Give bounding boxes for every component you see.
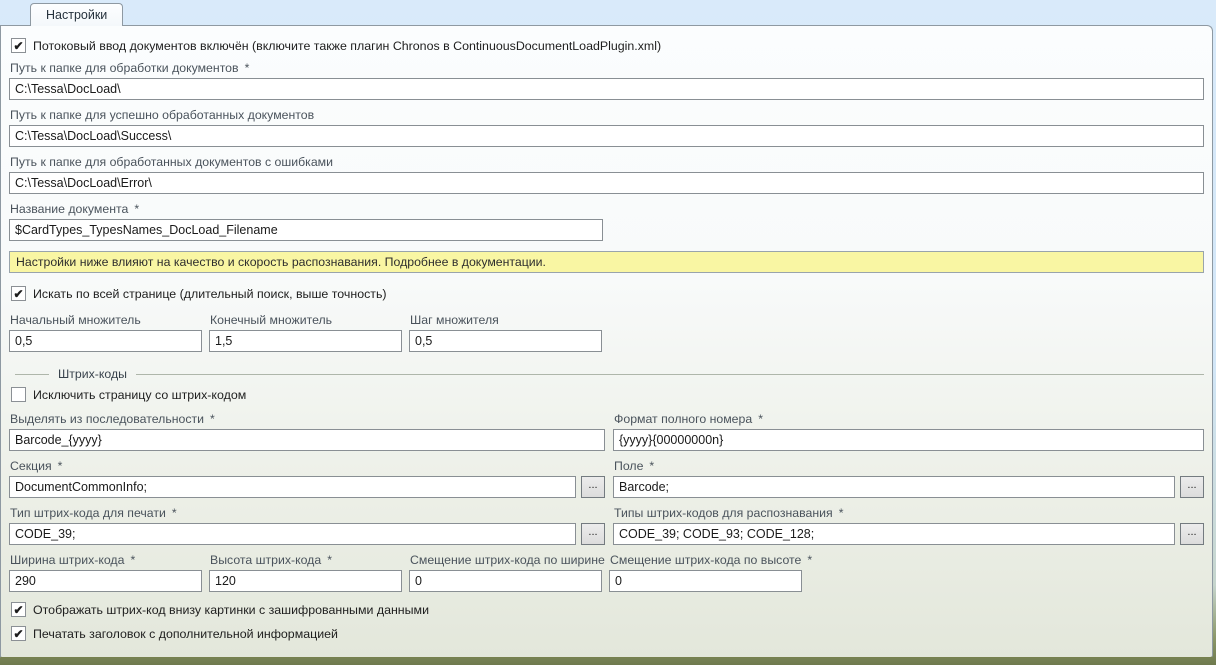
sequence-input[interactable] [9, 429, 605, 451]
doc-name-label: Название документа* [10, 202, 1204, 216]
check-icon[interactable]: ✔ [11, 626, 26, 641]
settings-panel: ✔ Потоковый ввод документов включён (вкл… [0, 25, 1213, 658]
print-header-row: ✔ Печатать заголовок с дополнительной ин… [11, 626, 1204, 641]
step-multiplier-input[interactable] [409, 330, 602, 352]
step-multiplier-block: Шаг множителя [409, 305, 602, 352]
exclude-page-label: Исключить страницу со штрих-кодом [33, 388, 246, 402]
barcode-width-label: Ширина штрих-кода* [10, 553, 202, 567]
end-multiplier-label: Конечный множитель [210, 313, 402, 327]
continuous-input-row: ✔ Потоковый ввод документов включён (вкл… [11, 38, 1204, 53]
number-format-input[interactable] [613, 429, 1204, 451]
settings-window: { "tab": { "label": "Настройки" }, "ui":… [0, 0, 1216, 665]
recognize-types-ellipsis-button[interactable]: ... [1180, 523, 1204, 545]
field-label: Поле* [614, 459, 1204, 473]
offset-width-input[interactable] [409, 570, 602, 592]
check-icon[interactable]: ✔ [11, 602, 26, 617]
required-mark: * [210, 412, 215, 426]
required-mark: * [649, 459, 654, 473]
check-icon[interactable]: ✔ [11, 38, 26, 53]
offset-height-input[interactable] [609, 570, 802, 592]
checkbox-icon[interactable] [11, 387, 26, 402]
number-format-label: Формат полного номера* [614, 412, 1204, 426]
error-path-input[interactable] [9, 172, 1204, 194]
end-multiplier-block: Конечный множитель [209, 305, 402, 352]
print-type-label: Тип штрих-кода для печати* [10, 506, 605, 520]
barcode-width-block: Ширина штрих-кода* [9, 545, 202, 592]
recognize-types-input[interactable] [613, 523, 1175, 545]
required-mark: * [839, 506, 844, 520]
section-ellipsis-button[interactable]: ... [581, 476, 605, 498]
continuous-input-label: Потоковый ввод документов включён (включ… [33, 39, 661, 53]
required-mark: * [134, 202, 139, 216]
recognize-types-block: Типы штрих-кодов для распознавания* ... [613, 498, 1204, 545]
section-label: Секция* [10, 459, 605, 473]
barcode-width-input[interactable] [9, 570, 202, 592]
offset-width-label: Смещение штрих-кода по ширине [410, 553, 602, 567]
required-mark: * [758, 412, 763, 426]
section-block: Секция* ... [9, 451, 605, 498]
tab-settings-label: Настройки [46, 8, 107, 22]
print-type-input[interactable] [9, 523, 576, 545]
group-divider [15, 374, 49, 375]
barcode-height-label: Высота штрих-кода* [210, 553, 402, 567]
section-field-row: Секция* ... Поле* ... [9, 451, 1204, 498]
start-multiplier-input[interactable] [9, 330, 202, 352]
tab-settings[interactable]: Настройки [30, 3, 123, 26]
barcode-size-row: Ширина штрих-кода* Высота штрих-кода* См… [9, 545, 1204, 592]
field-block: Поле* ... [613, 451, 1204, 498]
recognize-types-label: Типы штрих-кодов для распознавания* [614, 506, 1204, 520]
process-path-input[interactable] [9, 78, 1204, 100]
required-mark: * [58, 459, 63, 473]
section-input[interactable] [9, 476, 576, 498]
number-format-block: Формат полного номера* [613, 408, 1204, 451]
success-path-input[interactable] [9, 125, 1204, 147]
barcode-height-block: Высота штрих-кода* [209, 545, 402, 592]
print-type-block: Тип штрих-кода для печати* ... [9, 498, 605, 545]
required-mark: * [172, 506, 177, 520]
barcodes-group-header: Штрих-коды [9, 367, 1204, 381]
show-barcode-label: Отображать штрих-код внизу картинки с за… [33, 603, 429, 617]
exclude-page-row: Исключить страницу со штрих-кодом [11, 387, 1204, 402]
required-mark: * [130, 553, 135, 567]
sequence-label: Выделять из последовательности* [10, 412, 605, 426]
start-multiplier-block: Начальный множитель [9, 305, 202, 352]
show-barcode-row: ✔ Отображать штрих-код внизу картинки с … [11, 602, 1204, 617]
barcode-types-row: Тип штрих-кода для печати* ... Типы штри… [9, 498, 1204, 545]
end-multiplier-input[interactable] [209, 330, 402, 352]
doc-name-input[interactable] [9, 219, 603, 241]
sequence-format-row: Выделять из последовательности* Формат п… [9, 408, 1204, 451]
field-ellipsis-button[interactable]: ... [1180, 476, 1204, 498]
process-path-label: Путь к папке для обработки документов* [10, 61, 1204, 75]
start-multiplier-label: Начальный множитель [10, 313, 202, 327]
full-page-search-row: ✔ Искать по всей странице (длительный по… [11, 286, 1204, 301]
barcodes-group-title: Штрих-коды [49, 367, 136, 381]
print-header-label: Печатать заголовок с дополнительной инфо… [33, 627, 338, 641]
field-input[interactable] [613, 476, 1175, 498]
required-mark: * [807, 553, 812, 567]
print-type-ellipsis-button[interactable]: ... [581, 523, 605, 545]
required-mark: * [245, 61, 250, 75]
offset-height-block: Смещение штрих-кода по высоте* [609, 545, 802, 592]
required-mark: * [327, 553, 332, 567]
offset-height-label: Смещение штрих-кода по высоте* [610, 553, 802, 567]
step-multiplier-label: Шаг множителя [410, 313, 602, 327]
error-path-label: Путь к папке для обработанных документов… [10, 155, 1204, 169]
sequence-block: Выделять из последовательности* [9, 408, 605, 451]
group-divider [136, 374, 1204, 375]
offset-width-block: Смещение штрих-кода по ширине [409, 545, 602, 592]
success-path-label: Путь к папке для успешно обработанных до… [10, 108, 1204, 122]
notice-text: Настройки ниже влияют на качество и скор… [16, 255, 546, 269]
check-icon[interactable]: ✔ [11, 286, 26, 301]
barcode-height-input[interactable] [209, 570, 402, 592]
notice-banner: Настройки ниже влияют на качество и скор… [9, 251, 1204, 273]
full-page-search-label: Искать по всей странице (длительный поис… [33, 287, 387, 301]
multiplier-row: Начальный множитель Конечный множитель Ш… [9, 305, 1204, 352]
